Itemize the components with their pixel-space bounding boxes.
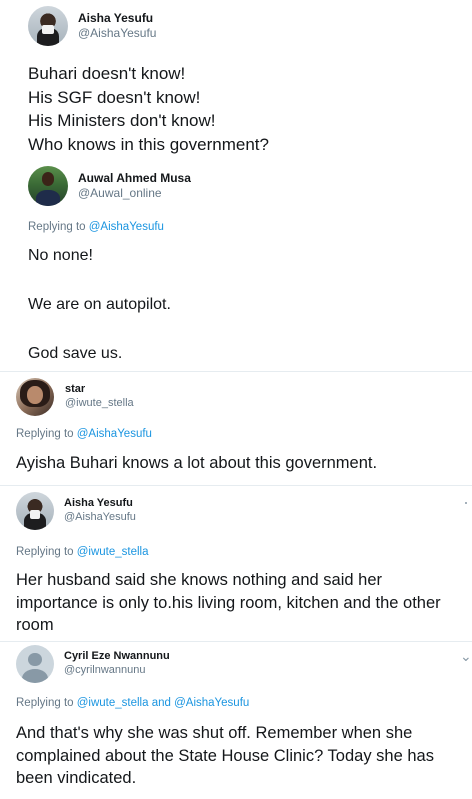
tweet-star[interactable]: star @iwute_stella Replying to @AishaYes… <box>0 372 472 485</box>
chevron-down-icon[interactable]: ⌄ <box>460 648 472 665</box>
mention-link[interactable]: @AishaYesufu <box>174 697 249 709</box>
handle[interactable]: @AishaYesufu <box>78 26 156 41</box>
mention-link[interactable]: @AishaYesufu <box>89 221 164 233</box>
avatar[interactable] <box>16 645 54 683</box>
display-name[interactable]: Aisha Yesufu <box>78 11 156 26</box>
tweet-text: Buhari doesn't know! His SGF doesn't kno… <box>28 64 269 154</box>
replying-to: Replying to @iwute_stella <box>16 546 149 558</box>
avatar[interactable] <box>28 166 68 206</box>
display-name[interactable]: Aisha Yesufu <box>64 497 136 511</box>
display-name[interactable]: Cyril Eze Nwannunu <box>64 650 170 664</box>
mention-link[interactable]: @iwute_stella <box>77 697 149 709</box>
tweet-aisha-1[interactable]: Aisha Yesufu @AishaYesufu Buhari doesn't… <box>0 0 472 162</box>
handle[interactable]: @AishaYesufu <box>64 511 136 525</box>
tweet-text: Ayisha Buhari knows a lot about this gov… <box>16 454 378 472</box>
tweet-cyril[interactable]: Cyril Eze Nwannunu @cyrilnwannunu ⌄ Repl… <box>0 642 472 799</box>
tweet-text: No none! We are on autopilot. God save u… <box>28 247 171 362</box>
tweet-aisha-2[interactable]: Aisha Yesufu @AishaYesufu Replying to @i… <box>0 486 472 641</box>
replying-prefix: Replying to <box>28 221 86 233</box>
more-dot <box>465 502 467 504</box>
tweet-auwal[interactable]: Auwal Ahmed Musa @Auwal_online Replying … <box>0 162 472 370</box>
replying-prefix: Replying to <box>16 697 74 709</box>
handle[interactable]: @iwute_stella <box>65 397 134 411</box>
display-name[interactable]: star <box>65 383 134 397</box>
replying-to: Replying to @AishaYesufu <box>28 221 164 233</box>
handle[interactable]: @Auwal_online <box>78 186 191 201</box>
display-name[interactable]: Auwal Ahmed Musa <box>78 171 191 186</box>
tweet-text: And that's why she was shut off. Remembe… <box>16 724 434 787</box>
replying-prefix: Replying to <box>16 546 74 558</box>
replying-to: Replying to @AishaYesufu <box>16 428 152 440</box>
mention-link[interactable]: @iwute_stella <box>77 546 149 558</box>
mention-link[interactable]: @AishaYesufu <box>77 428 152 440</box>
replying-to: Replying to @iwute_stella and @AishaYesu… <box>16 697 249 709</box>
replying-and: and <box>151 697 171 709</box>
replying-prefix: Replying to <box>16 428 74 440</box>
avatar[interactable] <box>16 378 54 416</box>
avatar[interactable] <box>16 492 54 530</box>
tweet-text: Her husband said she knows nothing and s… <box>16 571 441 634</box>
avatar[interactable] <box>28 6 68 46</box>
handle[interactable]: @cyrilnwannunu <box>64 664 170 678</box>
